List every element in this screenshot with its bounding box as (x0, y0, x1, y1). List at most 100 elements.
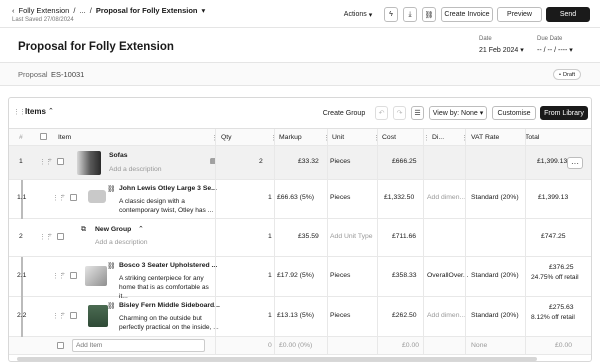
create-group-button[interactable]: Create Group (322, 106, 366, 120)
status-dot-icon: • (559, 71, 561, 78)
row-checkbox[interactable] (57, 233, 64, 242)
cost-value[interactable]: £711.66 (392, 233, 416, 240)
row-checkbox[interactable] (70, 194, 77, 203)
unit-value[interactable]: Pieces (330, 158, 350, 165)
markup-value[interactable]: £66.63 (5%) (277, 194, 314, 201)
qty-value[interactable]: 1 (268, 312, 272, 319)
qty-value[interactable]: 1 (268, 272, 272, 279)
qty-value[interactable]: 1 (268, 194, 272, 201)
col-unit[interactable]: Unit (332, 134, 344, 141)
item-name[interactable]: Bisley Fern Middle Sideboard... (119, 302, 220, 309)
item-name[interactable]: John Lewis Otley Large 3 Se... (119, 185, 217, 192)
item-description[interactable]: Charming on the outside but perfectly pr… (119, 314, 219, 332)
table-row[interactable]: 2.2 ⋮⋮ + ⛓ Bisley Fern Middle Sideboard.… (9, 297, 591, 337)
col-qty[interactable]: Qty (221, 134, 232, 141)
actions-menu[interactable]: Actions ▾ (338, 7, 378, 22)
status-badge[interactable]: • Draft (553, 69, 582, 80)
preview-button[interactable]: Preview (497, 7, 542, 22)
row-checkbox[interactable] (57, 342, 64, 351)
row-checkbox[interactable] (57, 158, 64, 167)
drag-handle-icon[interactable]: ⋮ (461, 134, 468, 142)
qty-value[interactable]: 1 (268, 233, 272, 240)
unit-value[interactable]: Pieces (330, 194, 350, 201)
add-icon[interactable]: + (61, 193, 65, 200)
breadcrumb: ‹ Folly Extension / ... / Proposal for F… (12, 6, 205, 15)
undo-button[interactable]: ↶ (375, 106, 388, 120)
dimensions-value[interactable]: OverallOver... (427, 272, 469, 279)
col-total[interactable]: Total (525, 134, 539, 141)
row-menu-button[interactable]: ··· (567, 157, 583, 169)
drag-handle-icon[interactable]: ⋮ (373, 134, 380, 142)
select-all-checkbox[interactable] (40, 133, 47, 142)
back-chevron-icon[interactable]: ‹ (12, 6, 15, 15)
markup-value[interactable]: £35.59 (298, 233, 319, 240)
col-cost[interactable]: Cost (382, 134, 396, 141)
chevron-down-icon[interactable]: ▾ (202, 6, 206, 15)
view-by-select[interactable]: View by: None ▾ (429, 106, 487, 120)
from-library-button[interactable]: From Library (540, 106, 588, 120)
add-icon[interactable]: + (48, 157, 52, 164)
item-name[interactable]: New Group (95, 226, 131, 233)
markup-value: £0.00 (0%) (279, 342, 313, 349)
drag-handle-icon[interactable]: ⋮⋮ (13, 108, 26, 116)
breadcrumb-project[interactable]: Folly Extension (19, 6, 70, 15)
col-vat[interactable]: VAT Rate (471, 134, 499, 141)
send-button[interactable]: Send (546, 7, 590, 22)
items-panel: ⋮⋮ Items ⌃ Create Group ↶ ↷ ☰ View by: N… (8, 97, 592, 362)
vat-value[interactable]: Standard (20%) (471, 272, 519, 279)
col-markup[interactable]: Markup (279, 134, 302, 141)
unit-value[interactable]: Pieces (330, 272, 350, 279)
list-settings-button[interactable]: ☰ (411, 106, 424, 120)
chevron-down-icon: ▾ (479, 110, 484, 117)
due-date-field[interactable]: -- / -- / ---- ▾ (537, 46, 573, 54)
add-item-input[interactable] (72, 339, 205, 352)
link-button[interactable]: ⛓ (422, 7, 436, 22)
table-row[interactable]: 1.1 ⋮⋮ + ⛓ John Lewis Otley Large 3 Se..… (9, 180, 591, 219)
unit-value[interactable]: Add Unit Type (330, 233, 373, 240)
chevron-up-icon[interactable]: ⌃ (138, 225, 144, 233)
markup-value[interactable]: £17.92 (5%) (277, 272, 314, 279)
redo-button[interactable]: ↷ (393, 106, 406, 120)
drag-handle-icon[interactable]: ⋮ (323, 134, 330, 142)
cost-value[interactable]: £358.33 (392, 272, 417, 279)
item-description[interactable]: A classic design with a contemporary twi… (119, 197, 215, 215)
drag-handle-icon[interactable]: ⋮ (270, 134, 277, 142)
proposal-number[interactable]: ES-10031 (51, 70, 84, 79)
markup-value[interactable]: £33.32 (298, 158, 319, 165)
col-item[interactable]: Item (58, 134, 71, 141)
item-name[interactable]: Bosco 3 Seater Upholstered ... (119, 262, 217, 269)
chevron-up-icon[interactable]: ⌃ (48, 107, 54, 115)
table-row[interactable]: 1 ⋮⋮ + Sofas Add a description ▤ 2 £33.3… (9, 146, 591, 180)
customise-button[interactable]: Customise (492, 106, 536, 120)
markup-value[interactable]: £13.13 (5%) (277, 312, 314, 319)
add-icon[interactable]: + (48, 232, 52, 239)
add-icon[interactable]: + (61, 271, 65, 278)
qty-value[interactable]: 2 (259, 158, 263, 165)
horizontal-scrollbar[interactable] (17, 357, 537, 361)
unit-value[interactable]: Pieces (330, 312, 350, 319)
row-checkbox[interactable] (70, 272, 77, 281)
add-icon[interactable]: + (61, 311, 65, 318)
download-button[interactable]: ⤓ (403, 7, 417, 22)
item-name[interactable]: Sofas (109, 152, 128, 159)
link-icon: ⛓ (107, 263, 116, 270)
table-row[interactable]: 2 ⋮⋮ + ⧉ New Group ⌃ Add a description 1… (9, 219, 591, 257)
breadcrumb-ellipsis[interactable]: ... (79, 6, 85, 15)
create-invoice-button[interactable]: Create Invoice (441, 7, 493, 22)
lightning-button[interactable]: ϟ (384, 7, 398, 22)
item-description[interactable]: Add a description (95, 239, 148, 246)
date-field[interactable]: 21 Feb 2024 ▾ (479, 46, 524, 54)
col-dimensions[interactable]: Di... (432, 134, 444, 141)
row-checkbox[interactable] (70, 312, 77, 321)
dimensions-value[interactable]: Add dimen... (427, 312, 465, 319)
vat-value[interactable]: Standard (20%) (471, 194, 519, 201)
drag-handle-icon[interactable]: ⋮ (211, 134, 218, 142)
table-row[interactable]: 2.1 ⋮⋮ + ⛓ Bosco 3 Seater Upholstered ..… (9, 257, 591, 300)
dimensions-value[interactable]: Add dimen... (427, 194, 465, 201)
cost-value[interactable]: £262.50 (392, 312, 417, 319)
vat-value[interactable]: Standard (20%) (471, 312, 519, 319)
item-description[interactable]: Add a description (109, 166, 162, 173)
cost-value[interactable]: £666.25 (392, 158, 417, 165)
cost-value[interactable]: £1,332.50 (384, 194, 414, 201)
qty-value: 0 (268, 342, 272, 349)
